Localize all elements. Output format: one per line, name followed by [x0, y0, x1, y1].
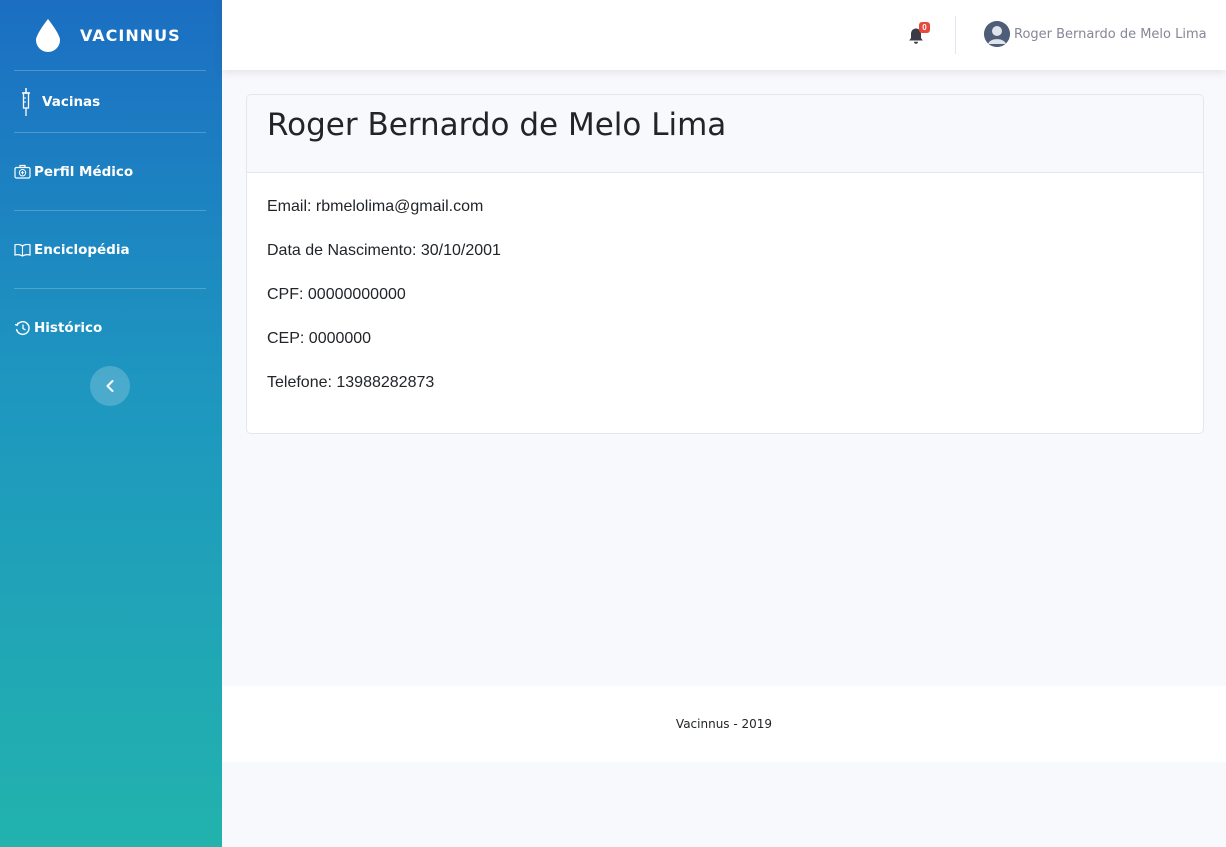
user-name: Roger Bernardo de Melo Lima: [1014, 26, 1207, 42]
user-menu[interactable]: Roger Bernardo de Melo Lima: [984, 21, 1207, 47]
email-field: Email: rbmelolima@gmail.com: [267, 198, 484, 215]
user-avatar-icon: [984, 21, 1010, 47]
sidebar-item-label: Vacinas: [42, 93, 101, 110]
sidebar: VACINNUS Vacinas Perfil Médico Enciclopé…: [0, 0, 222, 847]
sidebar-item-historico[interactable]: Histórico: [0, 289, 222, 366]
brand[interactable]: VACINNUS: [0, 0, 222, 70]
footer: Vacinnus - 2019: [222, 686, 1226, 762]
phone-field: Telefone: 13988282873: [267, 374, 435, 391]
sidebar-item-label: Enciclopédia: [34, 241, 130, 258]
cep-field: CEP: 0000000: [267, 330, 372, 347]
history-icon: [14, 320, 31, 336]
notification-count-badge: 0: [919, 22, 930, 33]
sidebar-item-perfil-medico[interactable]: Perfil Médico: [0, 133, 222, 210]
profile-card-body: Email: rbmelolima@gmail.com Data de Nasc…: [247, 173, 1203, 393]
sidebar-item-label: Histórico: [34, 319, 103, 336]
medical-kit-icon: [14, 164, 31, 179]
sidebar-toggle-button[interactable]: [90, 366, 130, 406]
birth-date-field: Data de Nascimento: 30/10/2001: [267, 242, 501, 259]
drop-icon: [36, 19, 60, 52]
topbar-divider: [955, 16, 956, 54]
chevron-left-icon: [106, 380, 114, 392]
sidebar-item-label: Perfil Médico: [34, 163, 134, 180]
profile-card: Roger Bernardo de Melo Lima Email: rbmel…: [246, 94, 1204, 434]
profile-name-title: Roger Bernardo de Melo Lima: [267, 107, 727, 143]
profile-card-header: Roger Bernardo de Melo Lima: [247, 95, 1203, 173]
footer-text: Vacinnus - 2019: [675, 717, 773, 731]
syringe-icon: [20, 87, 32, 116]
brand-name: VACINNUS: [80, 25, 181, 45]
book-icon: [14, 243, 31, 257]
cpf-field: CPF: 00000000000: [267, 286, 406, 303]
sidebar-item-vacinas[interactable]: Vacinas: [0, 71, 222, 132]
sidebar-item-enciclopedia[interactable]: Enciclopédia: [0, 211, 222, 288]
topbar: 0 Roger Bernardo de Melo Lima: [222, 0, 1226, 70]
